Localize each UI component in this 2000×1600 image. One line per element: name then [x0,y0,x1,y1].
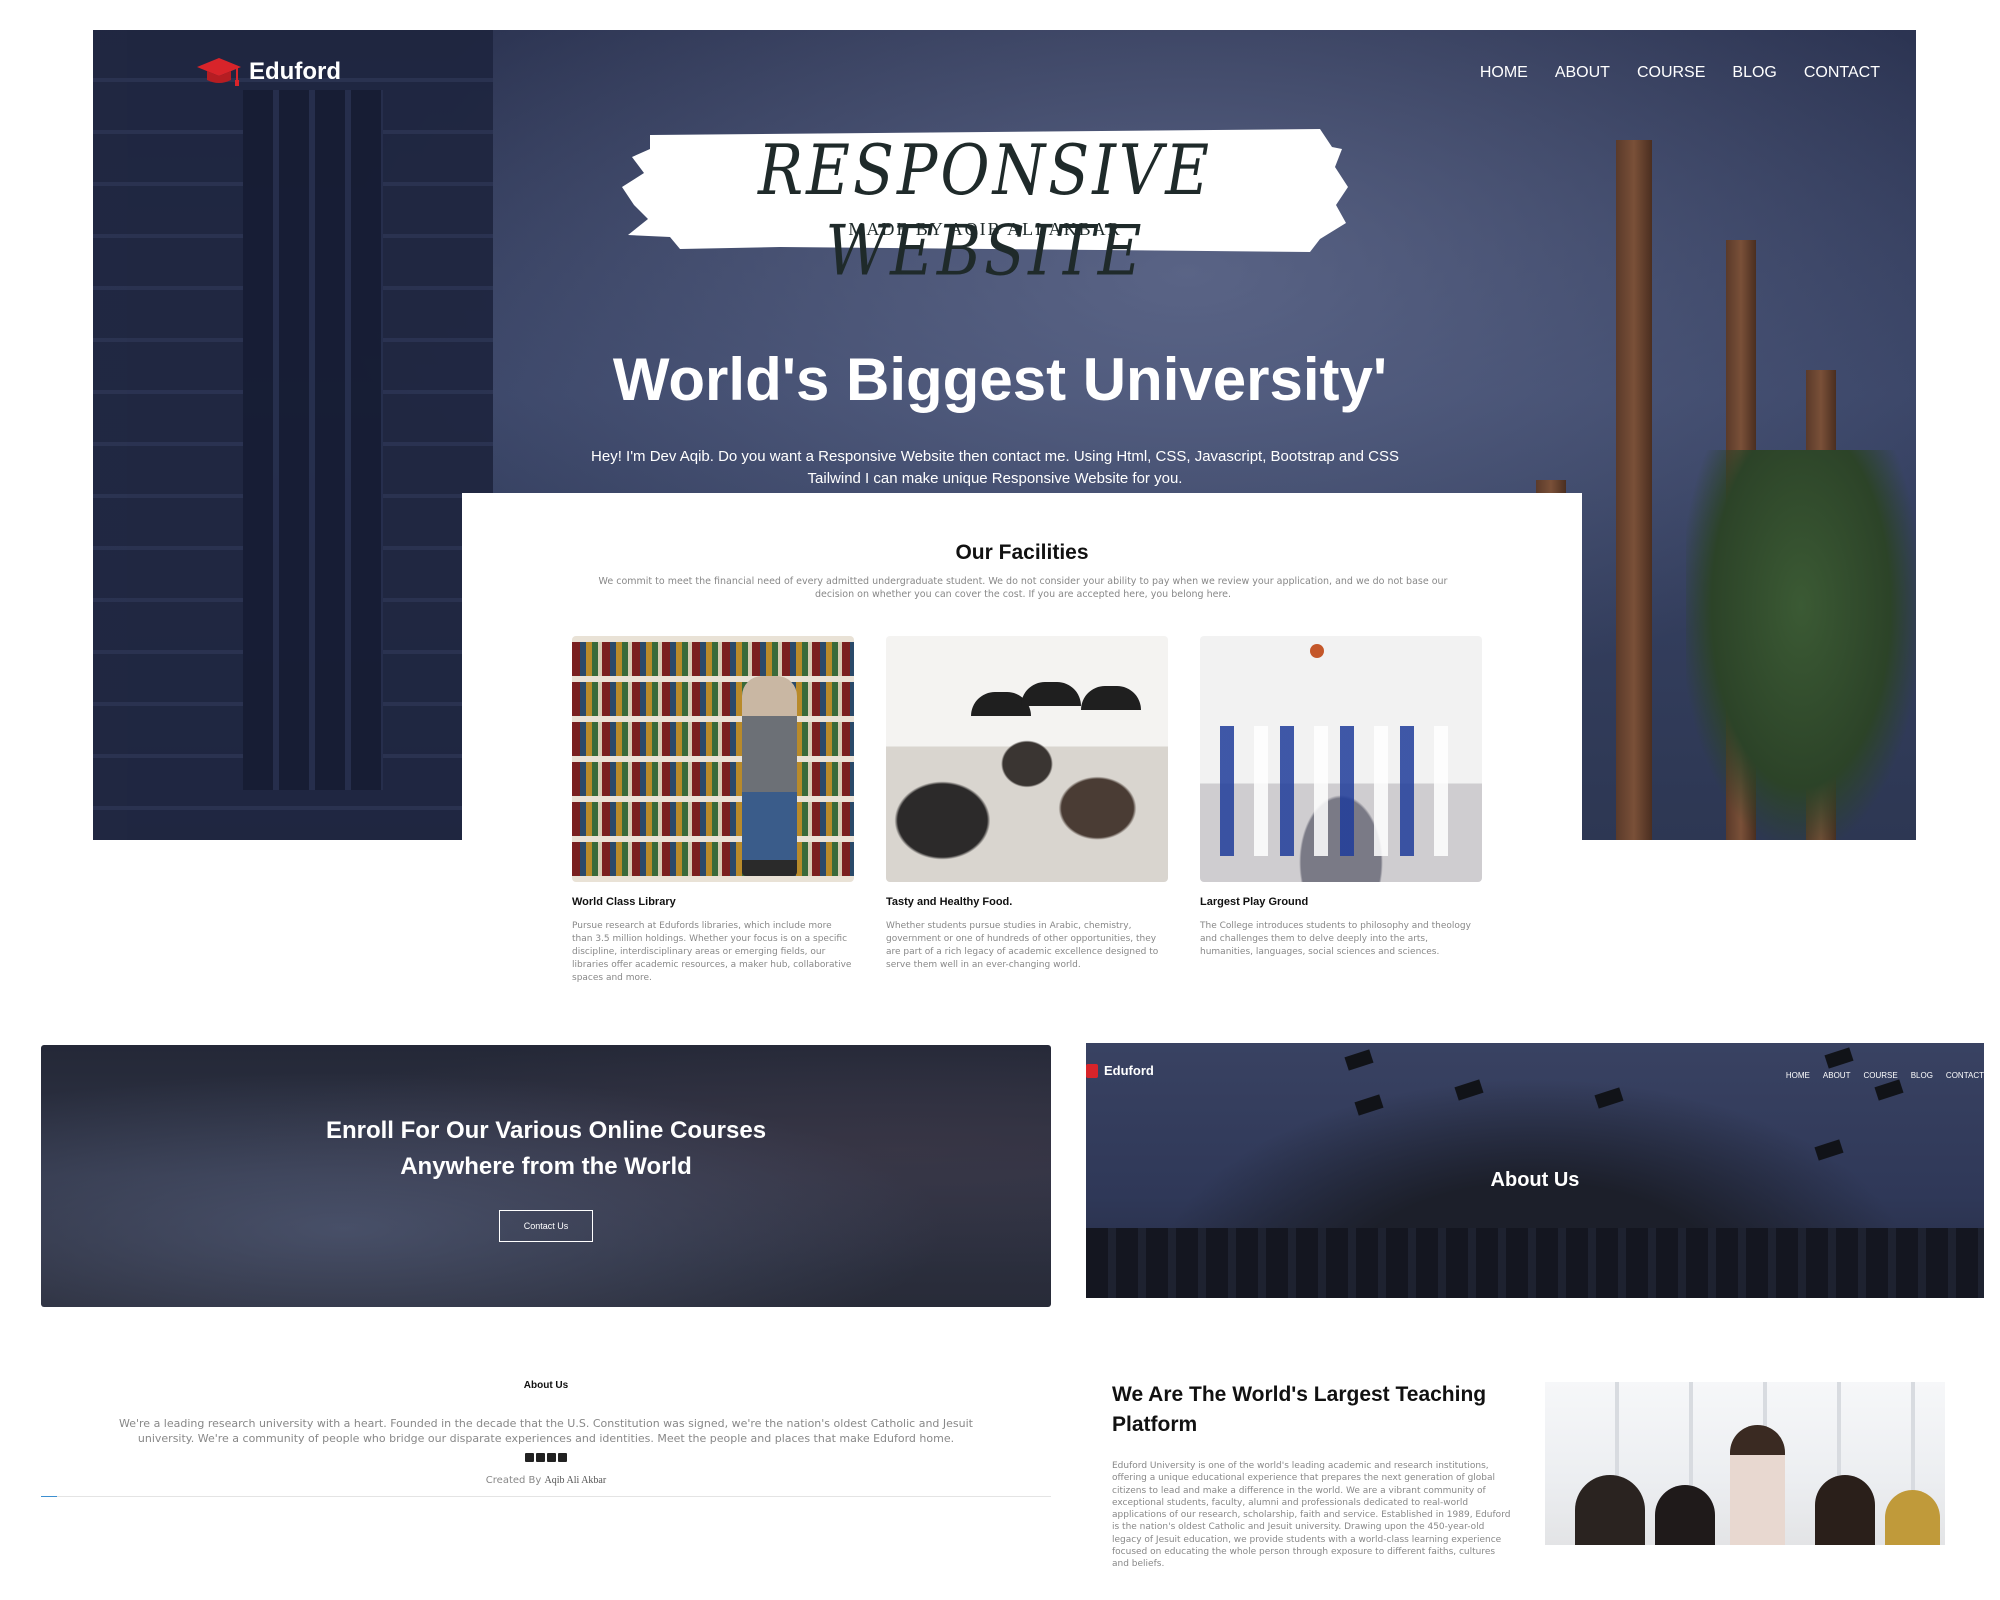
social-icons [41,1453,1051,1462]
facility-card-food: Tasty and Healthy Food. Whether students… [886,636,1168,972]
nav-contact[interactable]: CONTACT [1804,64,1880,82]
main-nav: HOME ABOUT COURSE BLOG CONTACT [1480,64,1880,82]
credit-prefix: Created By [485,1475,542,1486]
about-nav-home[interactable]: HOME [1786,1071,1810,1080]
instagram-icon[interactable] [547,1453,556,1462]
card-text: The College introduces students to philo… [1200,921,1471,957]
teaching-text: Eduford University is one of the world's… [1112,1461,1511,1570]
enroll-banner: Enroll For Our Various Online Courses An… [41,1045,1051,1307]
credit-name: Aqib Ali Akbar [544,1475,607,1486]
cafeteria-image [886,636,1168,882]
nav-course[interactable]: COURSE [1637,64,1705,82]
footer-credit: Created By Aqib Ali Akbar [41,1475,1051,1486]
facilities-section: Our Facilities We commit to meet the fin… [462,493,1582,1005]
teaching-section: We Are The World's Largest Teaching Plat… [1112,1380,1512,1571]
card-text: Pursue research at Edufords libraries, w… [572,921,852,983]
card-title: Tasty and Healthy Food. [886,896,1013,908]
nav-about[interactable]: ABOUT [1555,64,1610,82]
teachers-image [1545,1382,1945,1545]
graduates-crowd-image [1086,1228,1984,1298]
facebook-icon[interactable] [525,1453,534,1462]
about-brand-logo[interactable]: Eduford [1086,1063,1154,1078]
about-logo-text: Eduford [1104,1063,1154,1078]
logo-text: Eduford [249,58,341,85]
about-banner-title: About Us [1490,1169,1580,1191]
hero-heading: World's Biggest University' [612,346,1388,413]
twitter-icon[interactable] [536,1453,545,1462]
enroll-title-line2: Anywhere from the World [400,1153,692,1180]
enroll-title-line1: Enroll For Our Various Online Courses [325,1117,767,1144]
footer-title: About Us [523,1380,569,1391]
footer-text: We're a leading research university with… [119,1417,973,1445]
about-nav-blog[interactable]: BLOG [1911,1071,1933,1080]
facility-card-library: World Class Library Pursue research at E… [572,636,854,985]
footer: About Us We're a leading research univer… [41,1370,1051,1500]
brush-banner: RESPONSIVE WEBSITE MADE BY AQIB ALI AKBA… [620,127,1350,292]
library-image [572,636,854,882]
about-nav-course[interactable]: COURSE [1863,1071,1897,1080]
graduation-cap-icon [197,54,241,90]
facilities-description: We commit to meet the financial need of … [598,576,1448,600]
footer-divider [41,1496,1051,1497]
banner-subtitle: MADE BY AQIB ALI AKBAR [848,219,1122,239]
banner-title: RESPONSIVE WEBSITE [757,130,1213,292]
card-text: Whether students pursue studies in Arabi… [886,921,1159,970]
basketball-image [1200,636,1482,882]
about-banner: Eduford HOME ABOUT COURSE BLOG CONTACT A… [1086,1043,1984,1298]
facility-card-playground: Largest Play Ground The College introduc… [1200,636,1482,959]
enroll-title: Enroll For Our Various Online Courses An… [41,1113,1051,1185]
brand-logo[interactable]: Eduford [197,54,341,90]
about-nav: HOME ABOUT COURSE BLOG CONTACT [1786,1071,1984,1080]
hero-text: Hey! I'm Dev Aqib. Do you want a Respons… [591,448,1399,487]
hero-tree-image [1686,450,1916,840]
about-nav-contact[interactable]: CONTACT [1946,1071,1984,1080]
about-nav-about[interactable]: ABOUT [1823,1071,1851,1080]
nav-blog[interactable]: BLOG [1732,64,1776,82]
nav-home[interactable]: HOME [1480,64,1528,82]
card-title: World Class Library [572,896,676,908]
facilities-title: Our Facilities [955,541,1089,564]
contact-us-button[interactable]: Contact Us [499,1210,593,1242]
card-title: Largest Play Ground [1200,896,1309,908]
hero-building-image [93,30,493,840]
teaching-title: We Are The World's Largest Teaching Plat… [1112,1383,1487,1436]
graduation-cap-icon [1086,1063,1098,1078]
linkedin-icon[interactable] [558,1453,567,1462]
